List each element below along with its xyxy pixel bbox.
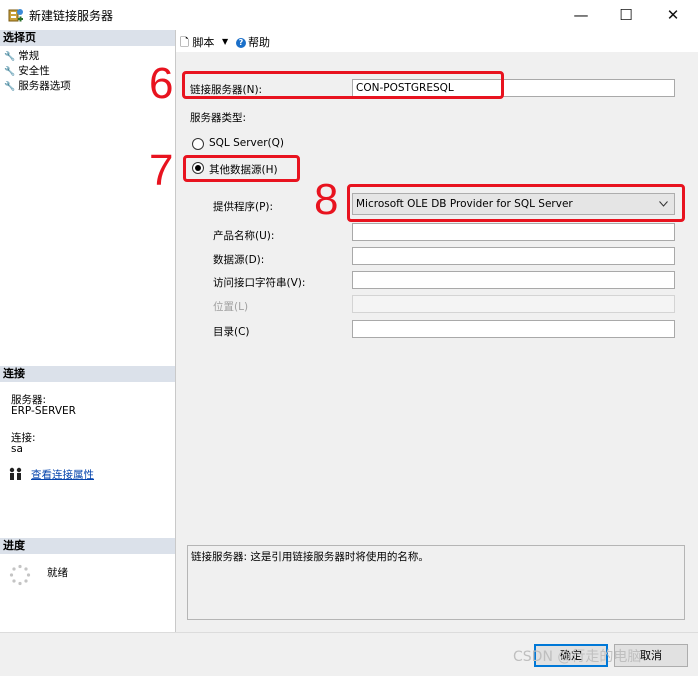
provider-string-input[interactable] <box>352 271 675 289</box>
page-item-label: 安全性 <box>18 65 50 77</box>
window-title: 新建链接服务器 <box>29 9 114 23</box>
page-item-label: 常规 <box>18 50 40 62</box>
server-type-label: 服务器类型: <box>190 112 247 124</box>
help-button[interactable]: ? 帮助 <box>236 34 270 50</box>
product-name-input[interactable] <box>352 223 675 241</box>
close-button[interactable]: ✕ <box>650 0 696 30</box>
script-icon: 🗋 <box>180 36 189 49</box>
progress-spinner-icon <box>9 564 31 586</box>
catalog-label: 目录(C) <box>213 326 250 338</box>
provider-string-label: 访问接口字符串(V): <box>213 277 306 289</box>
wrench-icon: 🔧 <box>4 52 16 62</box>
sql-server-option-label[interactable]: SQL Server(Q) <box>209 137 284 149</box>
description-box: 链接服务器: 这是引用链接服务器时将使用的名称。 <box>187 545 685 620</box>
step7-highlight <box>183 155 300 182</box>
data-source-input[interactable] <box>352 247 675 265</box>
step6-number: 6 <box>149 59 174 108</box>
step7-number: 7 <box>149 146 174 195</box>
page-item-general[interactable]: 🔧 常规 <box>4 48 39 63</box>
page-item-label: 服务器选项 <box>18 80 71 92</box>
title-bar: 新建链接服务器 — ☐ ✕ <box>0 0 698 30</box>
sql-server-radio[interactable] <box>192 138 204 150</box>
watermark: CSDN @行走的电脑 <box>513 649 642 665</box>
data-source-label: 数据源(D): <box>213 254 265 266</box>
script-dropdown-icon[interactable]: ▼ <box>222 37 228 46</box>
server-value: ERP-SERVER <box>11 405 76 417</box>
description-text: 链接服务器: 这是引用链接服务器时将使用的名称。 <box>191 551 429 563</box>
catalog-input[interactable] <box>352 320 675 338</box>
progress-header: 进度 <box>0 538 175 554</box>
maximize-button[interactable]: ☐ <box>603 0 649 30</box>
connection-properties-icon <box>9 467 22 480</box>
script-label: 脚本 <box>192 36 215 49</box>
wrench-icon: 🔧 <box>4 82 16 92</box>
toolbar: 🗋 脚本 ▼ ? 帮助 <box>176 30 698 52</box>
select-page-header: 选择页 <box>0 30 175 46</box>
location-input <box>352 295 675 313</box>
progress-status: 就绪 <box>47 567 68 579</box>
page-item-security[interactable]: 🔧 安全性 <box>4 63 50 78</box>
step8-number: 8 <box>314 175 339 224</box>
product-name-label: 产品名称(U): <box>213 230 275 242</box>
help-icon: ? <box>236 38 246 48</box>
view-connection-properties-link[interactable]: 查看连接属性 <box>31 467 94 482</box>
left-panel: 选择页 🔧 常规 🔧 安全性 🔧 服务器选项 连接 服务器: ERP-SERVER 连… <box>0 30 176 632</box>
help-label: 帮助 <box>248 36 270 49</box>
connection-value: sa <box>11 443 23 455</box>
script-button[interactable]: 🗋 脚本 <box>180 34 214 53</box>
wrench-icon: 🔧 <box>4 67 16 77</box>
minimize-button[interactable]: — <box>558 0 604 30</box>
page-item-server-options[interactable]: 🔧 服务器选项 <box>4 78 71 93</box>
location-label: 位置(L) <box>213 301 249 313</box>
connection-header: 连接 <box>0 366 175 382</box>
step6-highlight <box>182 71 504 99</box>
database-link-icon <box>8 9 23 22</box>
provider-label: 提供程序(P): <box>213 201 274 213</box>
step8-highlight <box>347 184 685 222</box>
